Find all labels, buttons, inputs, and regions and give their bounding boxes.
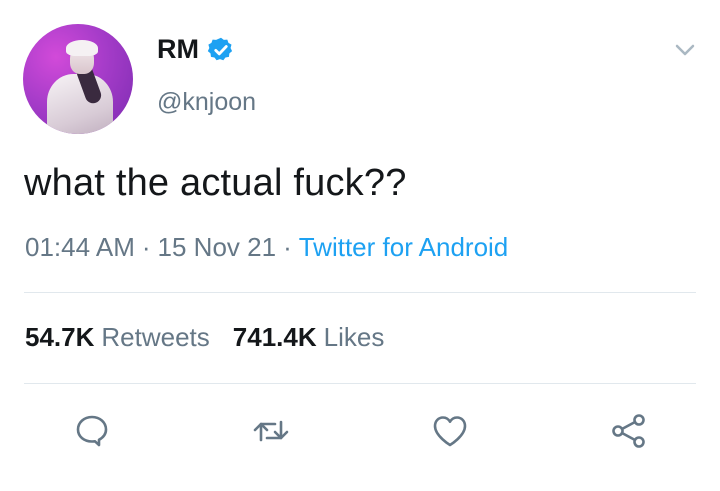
avatar[interactable] (23, 24, 133, 134)
tweet-stats: 54.7K Retweets 741.4K Likes (25, 322, 384, 353)
tweet-card: RM @knjoon what the actual fuck?? 01:44 … (0, 0, 720, 491)
verified-badge-icon (207, 36, 235, 64)
likes-count: 741.4K (232, 322, 317, 352)
divider (24, 383, 696, 384)
author-handle[interactable]: @knjoon (157, 88, 256, 117)
divider (24, 292, 696, 293)
retweets-label: Retweets (101, 322, 210, 352)
tweet-source-link[interactable]: Twitter for Android (299, 232, 509, 262)
likes-stat[interactable]: 741.4K Likes (233, 322, 385, 352)
retweet-icon (253, 420, 289, 442)
share-icon (612, 414, 645, 448)
tweet-text: what the actual fuck?? (24, 162, 407, 204)
likes-label: Likes (323, 322, 385, 352)
share-button[interactable] (608, 410, 650, 452)
tweet-date: 15 Nov 21 (157, 232, 277, 262)
tweet-meta: 01:44 AM · 15 Nov 21 · Twitter for Android (25, 232, 508, 263)
meta-separator: · (283, 232, 292, 262)
retweets-count: 54.7K (25, 322, 95, 352)
chevron-down-icon[interactable] (672, 40, 698, 60)
author-display-name[interactable]: RM (157, 34, 199, 65)
retweets-stat[interactable]: 54.7K Retweets (25, 322, 210, 352)
meta-separator: · (141, 232, 151, 262)
retweet-button[interactable] (250, 410, 292, 452)
reply-icon (76, 415, 108, 447)
author-name-row[interactable]: RM (157, 34, 235, 65)
heart-icon (433, 416, 467, 447)
avatar-figure-hair (66, 40, 98, 56)
like-button[interactable] (429, 410, 471, 452)
reply-button[interactable] (71, 410, 113, 452)
tweet-time: 01:44 AM (25, 232, 135, 262)
